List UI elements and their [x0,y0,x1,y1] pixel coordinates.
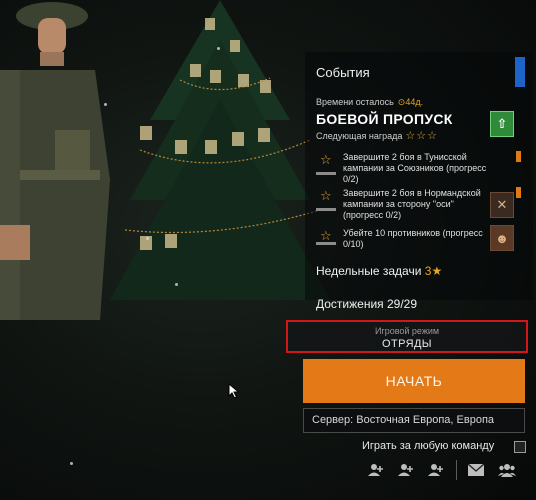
next-reward-stars: ☆☆☆ [405,130,438,142]
task-text: Завершите 2 боя в Тунисской кампании за … [343,152,487,184]
group-icon[interactable] [498,462,516,478]
star-icon: ☆ [320,152,332,167]
task-item[interactable]: ☆ Завершите 2 боя в Нормандской кампании… [316,188,491,220]
game-mode-label: Игровой режим [374,326,440,336]
task-progress-bar [316,172,336,175]
game-mode-selector[interactable]: Игровой режим ОТРЯДЫ [286,320,528,353]
weekly-label: Недельные задачи [316,264,422,278]
add-friend-icon[interactable] [427,462,445,478]
mouse-cursor-icon [228,383,240,399]
next-reward-row: Следующая награда ☆☆☆ [316,129,438,142]
soldier-icon[interactable]: ☻ [490,225,514,251]
next-reward-label: Следующая награда [316,131,403,141]
task-item[interactable]: ☆ Завершите 2 боя в Тунисской кампании з… [316,152,491,184]
events-title: События [316,65,370,80]
server-selector[interactable]: Сервер: Восточная Европа, Европа [303,408,525,433]
time-left-label: Времени осталось [316,97,394,107]
events-accent-bar [515,57,525,87]
achievements[interactable]: Достижения 29/29 [316,297,417,311]
arrow-up-icon[interactable]: ⇧ [490,111,514,137]
star-icon: ☆ [320,188,332,203]
snowflake [70,462,73,465]
task-item[interactable]: ☆ Убейте 10 противников (прогресс 0/10) [316,228,491,250]
battlepass-time-left: Времени осталось ⊙44д. [316,97,423,108]
start-button[interactable]: НАЧАТЬ [303,359,525,403]
add-friend-icon[interactable] [367,462,385,478]
task-progress-bar [316,208,336,211]
weekly-tasks[interactable]: Недельные задачи 3★ [316,264,442,278]
any-team-checkbox[interactable] [514,441,526,453]
any-team-label: Играть за любую команду [362,440,495,452]
task-text: Завершите 2 боя в Нормандской кампании з… [343,188,481,220]
game-mode-value: ОТРЯДЫ [382,338,432,350]
mail-icon[interactable] [467,462,485,478]
soldier-character [0,2,110,320]
crossed-rifles-icon[interactable]: ✕ [490,192,514,218]
snowflake [146,237,149,240]
star-icon: ★ [431,264,443,278]
icon-separator [456,460,457,480]
snowflake [175,283,178,286]
snowflake [217,47,220,50]
christmas-tree-illustration [110,0,330,300]
task-progress-bar [316,242,336,245]
bookmark-flag-icon [516,151,521,162]
add-friend-icon[interactable] [397,462,415,478]
time-left-value: ⊙44д. [397,97,424,107]
task-text: Убейте 10 противников (прогресс 0/10) [343,228,483,249]
bookmark-flag-icon [516,187,521,198]
battlepass-title[interactable]: БОЕВОЙ ПРОПУСК [316,111,453,127]
snowflake [104,103,107,106]
